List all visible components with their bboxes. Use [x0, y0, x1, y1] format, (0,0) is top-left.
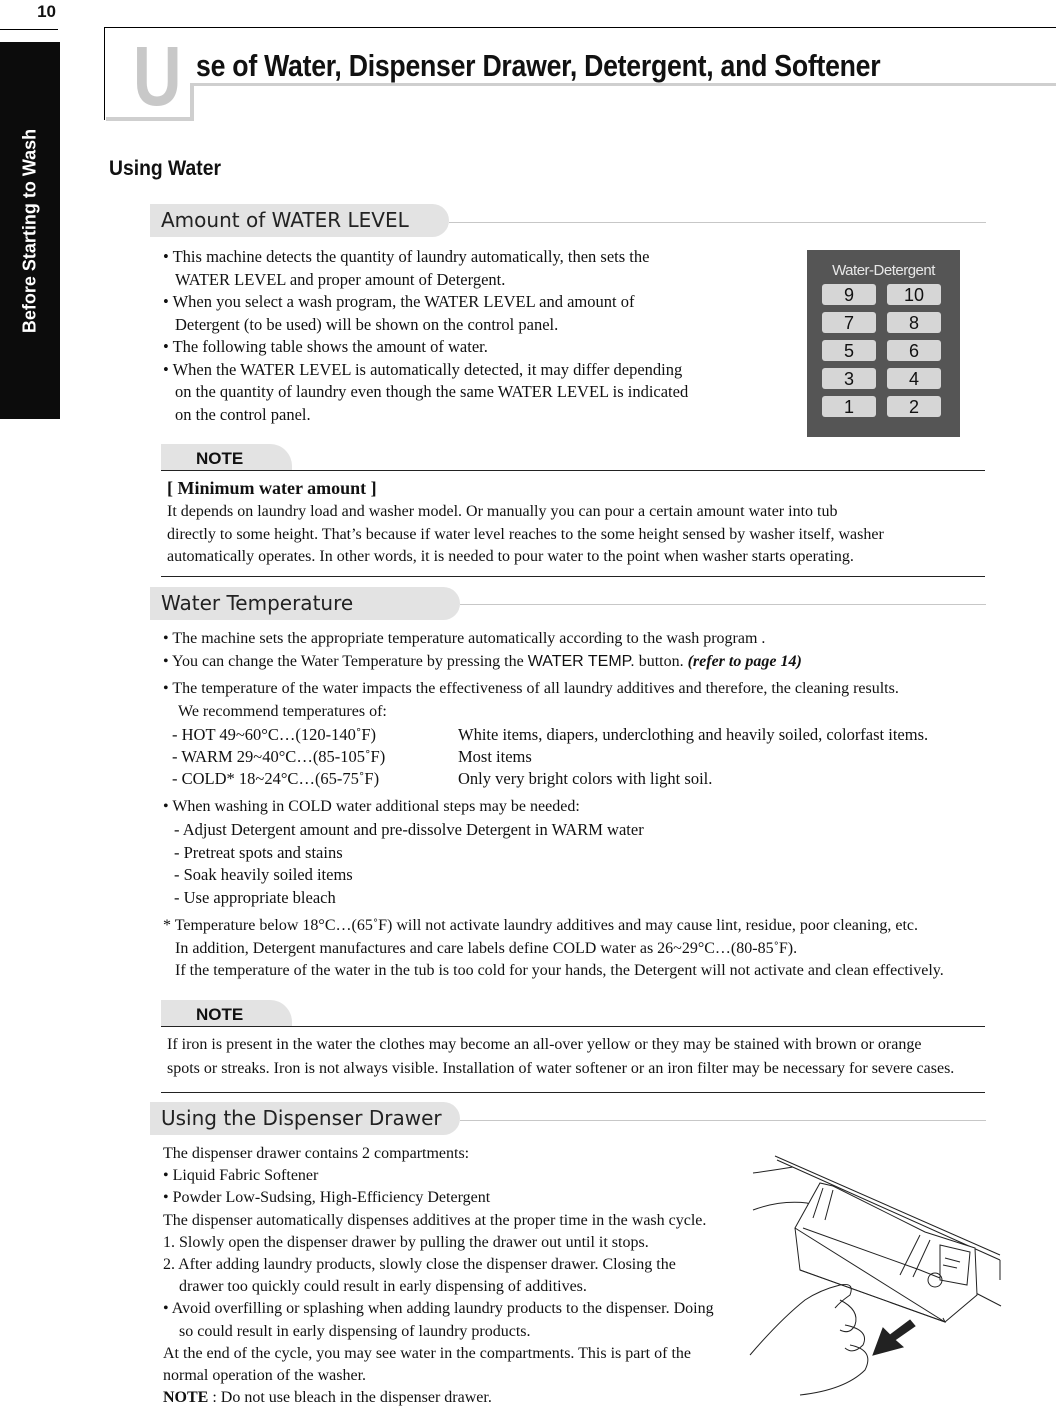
water-temp-line: We recommend temperatures of:	[178, 703, 387, 720]
text-line: • Avoid overfilling or splashing when ad…	[163, 1300, 714, 1318]
text-span: button.	[634, 653, 688, 670]
text-line: so could result in early dispensing of l…	[179, 1322, 531, 1340]
subsection-header-rule	[460, 1120, 986, 1121]
text-line: It depends on laundry load and washer mo…	[167, 503, 838, 520]
cold-water-intro: • When washing in COLD water additional …	[163, 798, 580, 815]
text-line: on the quantity of laundry even though t…	[175, 382, 689, 401]
level-indicator-2: 2	[887, 396, 941, 417]
text-line: • When you select a wash program, the WA…	[163, 292, 635, 311]
text-line: • This machine detects the quantity of l…	[163, 247, 650, 266]
note-bottom-rule	[161, 576, 985, 577]
text-line: • Liquid Fabric Softener	[163, 1167, 319, 1185]
page-number-rule	[0, 29, 58, 30]
water-level-text: • This machine detects the quantity of l…	[163, 246, 688, 426]
dispenser-note: NOTE : Do not use bleach in the dispense…	[163, 1387, 714, 1409]
level-indicator-3: 3	[822, 368, 876, 389]
text-line: 2. After adding laundry products, slowly…	[163, 1256, 676, 1274]
text-line: At the end of the cycle, you may see wat…	[163, 1344, 691, 1362]
level-indicator-7: 7	[822, 312, 876, 333]
list-item: - Use appropriate bleach	[174, 887, 336, 907]
text-line: WATER LEVEL and proper amount of Deterge…	[175, 269, 506, 289]
level-indicator-4: 4	[887, 368, 941, 389]
text-line: * Temperature below 18°C…(65˚F) will not…	[163, 917, 918, 934]
panel-title: Water-Detergent	[832, 262, 935, 279]
note-label: NOTE	[161, 444, 292, 470]
hand	[749, 1284, 869, 1396]
note-text-inline: : Do not use bleach in the dispenser dra…	[208, 1389, 492, 1407]
level-indicator-9: 9	[822, 284, 876, 305]
text-line: • When the WATER LEVEL is automatically …	[163, 359, 683, 379]
text-line: automatically operates. In other words, …	[167, 548, 854, 565]
water-temp-line: • The machine sets the appropriate tempe…	[163, 630, 766, 647]
note-bottom-rule	[161, 1092, 985, 1093]
temp-use-cold: Only very bright colors with light soil.	[458, 769, 713, 788]
subsection-header-water-level: Amount of WATER LEVEL	[150, 204, 449, 237]
subsection-header-water-temperature: Water Temperature	[150, 587, 460, 620]
text-line: on the control panel.	[175, 404, 311, 424]
text-line: • The following table shows the amount o…	[163, 337, 488, 356]
text-line: The dispenser automatically dispenses ad…	[163, 1211, 707, 1229]
temp-range-hot: - HOT 49~60°C…(120-140˚F)	[172, 725, 377, 744]
cold-water-steps: - Adjust Detergent amount and pre-dissol…	[174, 819, 644, 909]
water-temp-button-name: WATER TEMP.	[527, 653, 635, 670]
page-reference: (refer to page 14)	[687, 653, 802, 670]
text-line: • Powder Low-Sudsing, High-Efficiency De…	[163, 1189, 491, 1207]
note-text: It depends on laundry load and washer mo…	[167, 501, 884, 569]
text-line: 1. Slowly open the dispenser drawer by p…	[163, 1233, 649, 1251]
chapter-side-tab: Before Starting to Wash	[0, 42, 60, 419]
level-indicator-8: 8	[887, 312, 941, 333]
note-text: If iron is present in the water the clot…	[167, 1033, 954, 1081]
water-temp-line: • You can change the Water Temperature b…	[163, 651, 802, 674]
page-title: se of Water, Dispenser Drawer, Detergent…	[196, 48, 881, 83]
list-item: - Pretreat spots and stains	[174, 842, 343, 862]
temp-range-cold: - COLD* 18~24°C…(65-75˚F)	[172, 769, 380, 788]
note-label-inline: NOTE	[163, 1389, 209, 1407]
title-frame-shadow	[190, 84, 194, 121]
temp-use-hot: White items, diapers, underclothing and …	[458, 725, 929, 744]
note-top-rule	[161, 470, 985, 471]
pull-direction-arrow-icon	[872, 1319, 916, 1356]
subsection-header-dispenser-drawer: Using the Dispenser Drawer	[150, 1102, 460, 1135]
subsection-header-rule	[449, 222, 986, 223]
dispenser-drawer-illustration	[749, 1155, 1002, 1396]
text-line: directly to some height. That’s because …	[167, 525, 884, 543]
water-detergent-panel: Water-Detergent 9 10 7 8 5 6 3 4 1 2	[807, 250, 960, 437]
water-temp-line: • The temperature of the water impacts t…	[163, 680, 899, 697]
level-indicator-1: 1	[822, 396, 876, 417]
page-number: 10	[37, 2, 56, 21]
subsection-header-rule	[460, 604, 986, 605]
text-line: If the temperature of the water in the t…	[175, 962, 944, 979]
text-line: spots or streaks. Iron is not always vis…	[167, 1060, 955, 1077]
text-line: The dispenser drawer contains 2 compartm…	[163, 1145, 470, 1162]
section-heading: Using Water	[109, 157, 221, 180]
level-indicator-6: 6	[887, 340, 941, 361]
text-span: • You can change the Water Temperature b…	[163, 653, 528, 670]
temperature-footnote: * Temperature below 18°C…(65˚F) will not…	[163, 915, 944, 983]
temp-range-warm: - WARM 29~40°C…(85-105˚F)	[172, 747, 386, 766]
note-label: NOTE	[161, 1000, 292, 1026]
drawer	[794, 1182, 978, 1323]
text-line: normal operation of the washer.	[163, 1367, 367, 1385]
title-initial-letter: U	[133, 29, 182, 123]
temp-use-warm: Most items	[458, 747, 532, 766]
list-item: - Soak heavily soiled items	[174, 865, 353, 884]
note-heading: [ Minimum water amount ]	[167, 478, 377, 498]
dispenser-text: The dispenser drawer contains 2 compartm…	[163, 1143, 714, 1409]
text-line: In addition, Detergent manufactures and …	[175, 939, 798, 957]
text-line: If iron is present in the water the clot…	[167, 1036, 922, 1053]
level-indicator-5: 5	[822, 340, 876, 361]
text-line: drawer too quickly could result in early…	[179, 1278, 587, 1296]
note-top-rule	[161, 1026, 985, 1027]
text-line: Detergent (to be used) will be shown on …	[175, 314, 559, 334]
level-indicator-10: 10	[887, 284, 941, 305]
list-item: - Adjust Detergent amount and pre-dissol…	[174, 820, 644, 839]
chapter-side-tab-label: Before Starting to Wash	[19, 128, 40, 333]
